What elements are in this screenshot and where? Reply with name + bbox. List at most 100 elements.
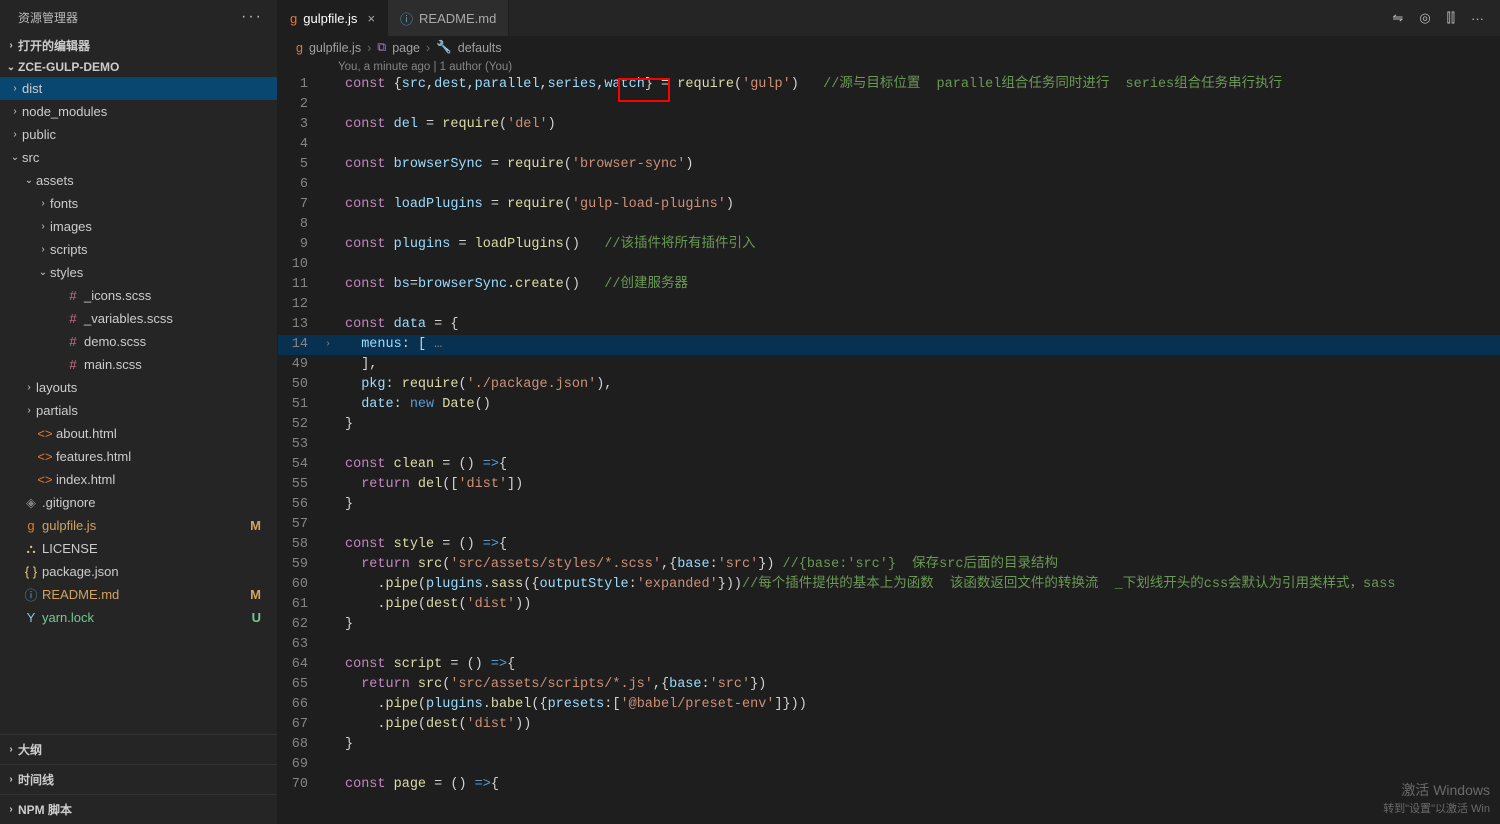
code-line[interactable]: 59 return src('src/assets/styles/*.scss'… xyxy=(278,555,1500,575)
code-line[interactable]: 64const script = () =>{ xyxy=(278,655,1500,675)
code-line[interactable]: 7const loadPlugins = require('gulp-load-… xyxy=(278,195,1500,215)
outline-section[interactable]: › 大纲 xyxy=(0,734,277,764)
close-icon[interactable]: × xyxy=(367,11,375,26)
folder-item[interactable]: ›images xyxy=(0,215,277,238)
folder-item[interactable]: ›layouts xyxy=(0,376,277,399)
code-line[interactable]: 4 xyxy=(278,135,1500,155)
item-label: package.json xyxy=(42,564,269,579)
project-section[interactable]: ⌄ ZCE-GULP-DEMO xyxy=(0,57,277,77)
code-line[interactable]: 6 xyxy=(278,175,1500,195)
file-item[interactable]: <>index.html xyxy=(0,468,277,491)
folder-item[interactable]: ⌄assets xyxy=(0,169,277,192)
run-icon[interactable]: ◎ xyxy=(1419,10,1430,26)
code-line[interactable]: 68} xyxy=(278,735,1500,755)
code-line[interactable]: 67 .pipe(dest('dist')) xyxy=(278,715,1500,735)
file-item[interactable]: #main.scss xyxy=(0,353,277,376)
folder-item[interactable]: ›node_modules xyxy=(0,100,277,123)
code-line[interactable]: 51 date: new Date() xyxy=(278,395,1500,415)
folder-item[interactable]: ⌄styles xyxy=(0,261,277,284)
code-line[interactable]: 70const page = () =>{ xyxy=(278,775,1500,795)
file-type-icon: <> xyxy=(36,449,54,464)
code-line[interactable]: 9const plugins = loadPlugins() //该插件将所有插… xyxy=(278,235,1500,255)
open-editors-label: 打开的编辑器 xyxy=(18,37,90,54)
file-tree[interactable]: ›dist›node_modules›public⌄src⌄assets›fon… xyxy=(0,77,277,734)
fold-toggle[interactable]: › xyxy=(321,335,335,355)
more-actions-icon[interactable]: ··· xyxy=(1471,11,1484,26)
code-line[interactable]: 8 xyxy=(278,215,1500,235)
code-line[interactable]: 11const bs=browserSync.create() //创建服务器 xyxy=(278,275,1500,295)
code-line[interactable]: 12 xyxy=(278,295,1500,315)
editor-tab[interactable]: ggulpfile.js× xyxy=(278,0,388,36)
chevron-down-icon: ⌄ xyxy=(8,152,22,163)
file-item[interactable]: <>features.html xyxy=(0,445,277,468)
code-line[interactable]: 63 xyxy=(278,635,1500,655)
file-item[interactable]: ggulpfile.jsM xyxy=(0,514,277,537)
file-item[interactable]: ⓘREADME.mdM xyxy=(0,583,277,606)
breadcrumb-file[interactable]: gulpfile.js xyxy=(309,41,361,55)
folder-item[interactable]: ›scripts xyxy=(0,238,277,261)
folder-item[interactable]: ›dist xyxy=(0,77,277,100)
folder-item[interactable]: ⌄src xyxy=(0,146,277,169)
code-line[interactable]: 49 ], xyxy=(278,355,1500,375)
file-item[interactable]: { }package.json xyxy=(0,560,277,583)
tab-actions: ⇋ ◎ ⫿⫿ ··· xyxy=(1392,0,1500,36)
file-item[interactable]: #_icons.scss xyxy=(0,284,277,307)
code-line[interactable]: 3const del = require('del') xyxy=(278,115,1500,135)
code-line[interactable]: 55 return del(['dist']) xyxy=(278,475,1500,495)
code-line[interactable]: 66 .pipe(plugins.babel({presets:['@babel… xyxy=(278,695,1500,715)
project-label: ZCE-GULP-DEMO xyxy=(18,60,119,74)
code-container[interactable]: 1const {src,dest,parallel,series,watch} … xyxy=(278,75,1500,824)
sidebar-header: 资源管理器 ··· xyxy=(0,0,277,34)
code-line[interactable]: 5const browserSync = require('browser-sy… xyxy=(278,155,1500,175)
folder-item[interactable]: ›partials xyxy=(0,399,277,422)
line-number: 63 xyxy=(278,635,318,655)
chevron-right-icon: › xyxy=(36,198,50,209)
code-line[interactable]: 69 xyxy=(278,755,1500,775)
code-line[interactable]: 65 return src('src/assets/scripts/*.js',… xyxy=(278,675,1500,695)
file-item[interactable]: #_variables.scss xyxy=(0,307,277,330)
split-editor-icon[interactable]: ⫿⫿ xyxy=(1447,10,1455,26)
codelens[interactable]: You, a minute ago | 1 author (You) xyxy=(278,59,1500,75)
code-line[interactable]: 52} xyxy=(278,415,1500,435)
sidebar-more-icon[interactable]: ··· xyxy=(241,8,263,26)
folder-item[interactable]: ›fonts xyxy=(0,192,277,215)
code-line[interactable]: 13const data = { xyxy=(278,315,1500,335)
line-number: 54 xyxy=(278,455,318,475)
code-line[interactable]: 54const clean = () =>{ xyxy=(278,455,1500,475)
item-label: .gitignore xyxy=(42,495,269,510)
item-label: main.scss xyxy=(84,357,269,372)
item-label: LICENSE xyxy=(42,541,269,556)
code-line[interactable]: 50 pkg: require('./package.json'), xyxy=(278,375,1500,395)
folder-item[interactable]: ›public xyxy=(0,123,277,146)
compare-icon[interactable]: ⇋ xyxy=(1392,10,1403,26)
code-content: date: new Date() xyxy=(335,395,491,415)
breadcrumb[interactable]: g gulpfile.js › ⧉ page › 🔧 defaults xyxy=(278,36,1500,59)
editor-tab[interactable]: ⓘREADME.md xyxy=(388,0,509,36)
code-content: const loadPlugins = require('gulp-load-p… xyxy=(335,195,734,215)
open-editors-section[interactable]: › 打开的编辑器 xyxy=(0,34,277,57)
npm-section[interactable]: › NPM 脚本 xyxy=(0,794,277,824)
file-item[interactable]: ◈.gitignore xyxy=(0,491,277,514)
code-line[interactable]: 60 .pipe(plugins.sass({outputStyle:'expa… xyxy=(278,575,1500,595)
code-line[interactable]: 2 xyxy=(278,95,1500,115)
code-line[interactable]: 57 xyxy=(278,515,1500,535)
code-line[interactable]: 62} xyxy=(278,615,1500,635)
code-line[interactable]: 56} xyxy=(278,495,1500,515)
breadcrumb-sym2[interactable]: defaults xyxy=(458,41,502,55)
breadcrumb-sym1[interactable]: page xyxy=(392,41,420,55)
code-line[interactable]: 14› menus: [ … xyxy=(278,335,1500,355)
file-item[interactable]: ⛬LICENSE xyxy=(0,537,277,560)
file-item[interactable]: #demo.scss xyxy=(0,330,277,353)
code-line[interactable]: 10 xyxy=(278,255,1500,275)
file-item[interactable]: <>about.html xyxy=(0,422,277,445)
timeline-section[interactable]: › 时间线 xyxy=(0,764,277,794)
sidebar-bottom: › 大纲 › 时间线 › NPM 脚本 xyxy=(0,734,277,824)
code-content: .pipe(dest('dist')) xyxy=(335,595,531,615)
code-line[interactable]: 1const {src,dest,parallel,series,watch} … xyxy=(278,75,1500,95)
file-item[interactable]: Yyarn.lockU xyxy=(0,606,277,629)
code-editor[interactable]: 1const {src,dest,parallel,series,watch} … xyxy=(278,75,1500,795)
code-line[interactable]: 58const style = () =>{ xyxy=(278,535,1500,555)
code-line[interactable]: 53 xyxy=(278,435,1500,455)
file-type-icon: # xyxy=(64,357,82,372)
code-line[interactable]: 61 .pipe(dest('dist')) xyxy=(278,595,1500,615)
